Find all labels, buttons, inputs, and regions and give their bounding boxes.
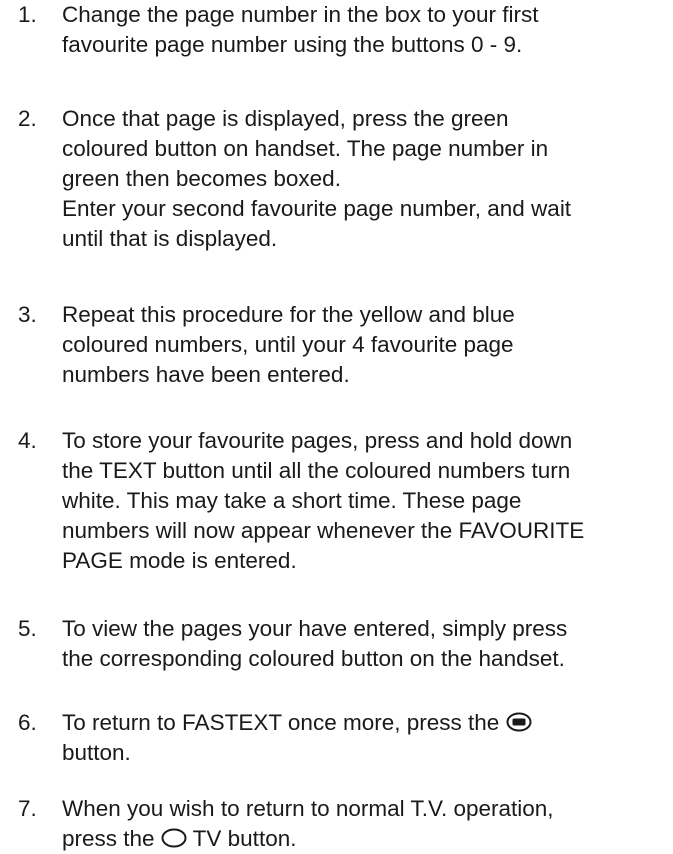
step-text-before-icon: To return to FASTEXT once more, press th… [62,710,506,735]
step-text: Repeat this procedure for the yellow and… [62,302,515,387]
step-number: 4. [18,428,37,453]
step-text: To view the pages your have entered, sim… [62,616,568,671]
step-number: 6. [18,710,37,735]
step-text-before-icon: When you wish to return to normal T.V. o… [62,796,554,851]
step-number: 2. [18,106,37,131]
step-text: Once that page is displayed, press the g… [62,106,572,251]
step-text-after-icon: TV button. [186,826,297,851]
step-text: Change the page number in the box to you… [62,2,539,57]
tv-button-icon [161,828,187,848]
step-text-after-icon: button. [62,740,131,765]
step-text: When you wish to return to normal T.V. o… [62,794,666,854]
step-text: To return to FASTEXT once more, press th… [62,708,666,768]
step-number: 3. [18,302,37,327]
step-number: 1. [18,2,37,27]
step-text: To store your favourite pages, press and… [62,428,585,573]
step-number: 7. [18,796,37,821]
fastext-button-icon [506,712,532,732]
instruction-page: 1. Change the page number in the box to … [0,0,673,851]
step-number: 5. [18,616,37,641]
